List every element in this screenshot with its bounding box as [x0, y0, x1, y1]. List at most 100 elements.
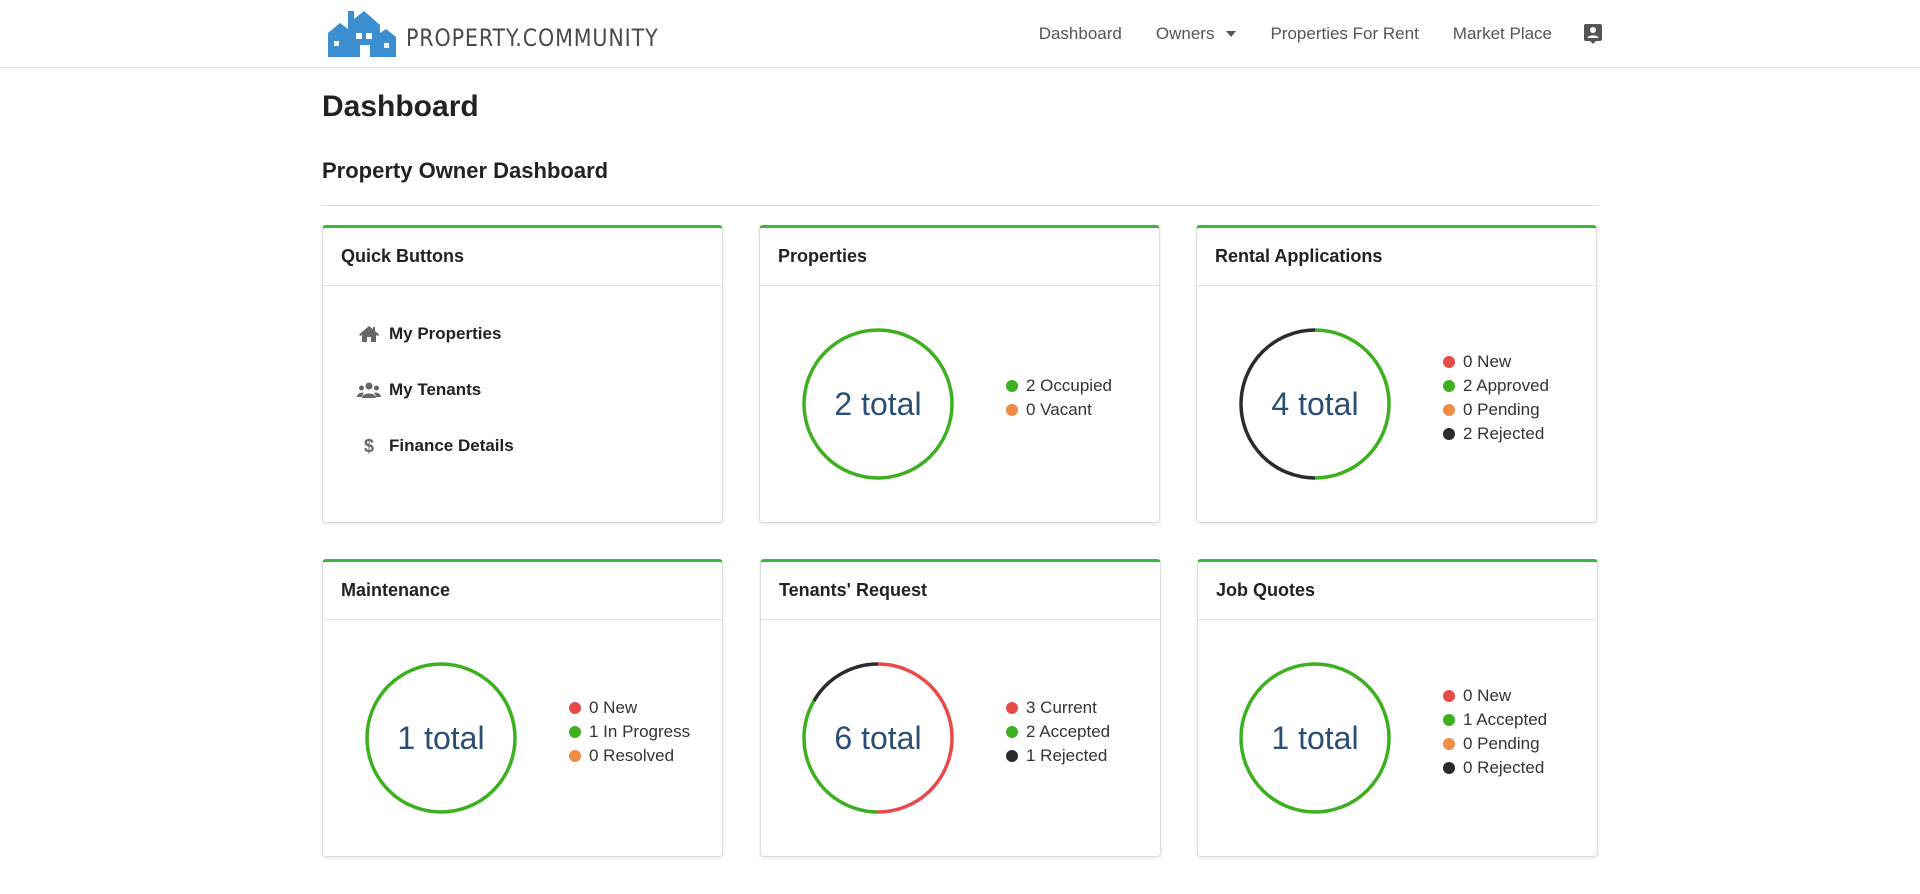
card-title: Quick Buttons — [323, 228, 722, 286]
job-quotes-donut-chart: 1 total — [1235, 658, 1395, 818]
legend-label: 3 Current — [1026, 698, 1097, 717]
nav-market-place[interactable]: Market Place — [1453, 24, 1552, 44]
quick-buttons-list: My Properties My Tenants $ Finance Detai… — [357, 306, 514, 474]
rental-applications-card: Rental Applications 4 total 0 New 2 Appr… — [1196, 225, 1597, 523]
legend-current: 3 Current — [1006, 696, 1110, 720]
card-title: Maintenance — [323, 562, 722, 620]
legend-label: 2 Approved — [1463, 376, 1550, 395]
legend-accepted: 1 Accepted — [1443, 708, 1547, 732]
my-properties-label: My Properties — [389, 324, 502, 343]
legend-label: 1 In Progress — [589, 722, 691, 741]
legend-label: 0 Resolved — [589, 746, 675, 765]
legend-dot — [569, 750, 581, 762]
maintenance-donut-chart: 1 total — [361, 658, 521, 818]
legend-dot — [1443, 690, 1455, 702]
legend-dot — [1443, 356, 1455, 368]
users-icon — [357, 382, 381, 398]
legend-dot — [1443, 738, 1455, 750]
legend-rejected: 0 Rejected — [1443, 756, 1547, 780]
properties-donut-chart: 2 total — [798, 324, 958, 484]
card-title: Job Quotes — [1198, 562, 1597, 620]
properties-total: 2 total — [834, 385, 922, 422]
legend-resolved: 0 Resolved — [569, 744, 690, 768]
my-tenants-label: My Tenants — [389, 380, 482, 399]
brand-name: PROPERTY.COMMUNITY — [406, 24, 659, 52]
home-icon — [357, 325, 381, 343]
legend-vacant: 0 Vacant — [1006, 398, 1112, 422]
legend-new: 0 New — [569, 696, 690, 720]
legend-approved: 2 Approved — [1443, 374, 1549, 398]
maintenance-total: 1 total — [397, 719, 485, 756]
legend-label: 2 Rejected — [1463, 424, 1545, 443]
contact-card-icon[interactable] — [1584, 24, 1602, 44]
tenants-request-card: Tenants' Request 6 total 3 Current 2 Acc… — [760, 559, 1161, 857]
legend-dot — [569, 702, 581, 714]
legend-occupied: 2 Occupied — [1006, 374, 1112, 398]
maintenance-card: Maintenance 1 total 0 New 1 In Progress … — [322, 559, 723, 857]
nav-dashboard[interactable]: Dashboard — [1039, 24, 1122, 44]
quick-buttons-card: Quick Buttons My Properties My Tenants $… — [322, 225, 723, 523]
legend-pending: 0 Pending — [1443, 398, 1549, 422]
legend-dot — [1443, 714, 1455, 726]
properties-legend: 2 Occupied 0 Vacant — [1006, 374, 1112, 422]
maintenance-legend: 0 New 1 In Progress 0 Resolved — [569, 696, 690, 768]
rental-applications-total: 4 total — [1271, 385, 1359, 422]
legend-new: 0 New — [1443, 684, 1547, 708]
legend-label: 0 Pending — [1463, 400, 1540, 419]
section-divider — [322, 205, 1598, 206]
nav-links: Dashboard Owners Properties For Rent Mar… — [1005, 0, 1602, 68]
finance-details-button[interactable]: $ Finance Details — [357, 418, 514, 474]
tenants-request-legend: 3 Current 2 Accepted 1 Rejected — [1006, 696, 1110, 768]
legend-rejected: 2 Rejected — [1443, 422, 1549, 446]
rental-applications-donut-chart: 4 total — [1235, 324, 1395, 484]
legend-pending: 0 Pending — [1443, 732, 1547, 756]
legend-dot — [1006, 702, 1018, 714]
legend-dot — [569, 726, 581, 738]
card-title: Rental Applications — [1197, 228, 1596, 286]
nav-owners[interactable]: Owners — [1156, 24, 1237, 44]
page-title: Dashboard — [322, 90, 479, 123]
legend-in-progress: 1 In Progress — [569, 720, 690, 744]
legend-label: 0 Vacant — [1026, 400, 1092, 419]
nav-owners-label: Owners — [1155, 24, 1215, 43]
legend-dot — [1443, 428, 1455, 440]
legend-accepted: 2 Accepted — [1006, 720, 1110, 744]
legend-label: 0 New — [1463, 352, 1512, 371]
job-quotes-card: Job Quotes 1 total 0 New 1 Accepted 0 Pe… — [1197, 559, 1598, 857]
job-quotes-total: 1 total — [1271, 719, 1359, 756]
card-title: Properties — [760, 228, 1159, 286]
legend-new: 0 New — [1443, 350, 1549, 374]
tenants-request-donut-chart: 6 total — [798, 658, 958, 818]
legend-label: 1 Accepted — [1463, 710, 1548, 729]
card-title: Tenants' Request — [761, 562, 1160, 620]
legend-label: 2 Occupied — [1026, 376, 1112, 395]
legend-label: 0 New — [1463, 686, 1512, 705]
legend-dot — [1443, 380, 1455, 392]
caret-down-icon — [1226, 31, 1237, 37]
dollar-icon: $ — [363, 435, 374, 456]
my-properties-button[interactable]: My Properties — [357, 306, 514, 362]
legend-dot — [1006, 404, 1018, 416]
legend-rejected: 1 Rejected — [1006, 744, 1110, 768]
legend-dot — [1443, 762, 1455, 774]
legend-dot — [1443, 404, 1455, 416]
rental-applications-legend: 0 New 2 Approved 0 Pending 2 Rejected — [1443, 350, 1549, 446]
section-title: Property Owner Dashboard — [322, 158, 609, 183]
my-tenants-button[interactable]: My Tenants — [357, 362, 514, 418]
legend-label: 2 Accepted — [1026, 722, 1111, 741]
legend-label: 0 Rejected — [1463, 758, 1545, 777]
house-logo-icon — [328, 11, 396, 57]
brand-logo[interactable]: PROPERTY.COMMUNITY — [326, 6, 700, 58]
finance-details-label: Finance Details — [389, 436, 514, 455]
legend-label: 1 Rejected — [1026, 746, 1108, 765]
legend-label: 0 Pending — [1463, 734, 1540, 753]
nav-properties-for-rent[interactable]: Properties For Rent — [1270, 24, 1418, 44]
tenants-request-total: 6 total — [834, 719, 922, 756]
legend-dot — [1006, 726, 1018, 738]
legend-dot — [1006, 380, 1018, 392]
job-quotes-legend: 0 New 1 Accepted 0 Pending 0 Rejected — [1443, 684, 1547, 780]
properties-card: Properties 2 total 2 Occupied 0 Vacant — [759, 225, 1160, 523]
top-navbar: PROPERTY.COMMUNITY Dashboard Owners Prop… — [0, 0, 1920, 68]
legend-dot — [1006, 750, 1018, 762]
legend-label: 0 New — [589, 698, 638, 717]
